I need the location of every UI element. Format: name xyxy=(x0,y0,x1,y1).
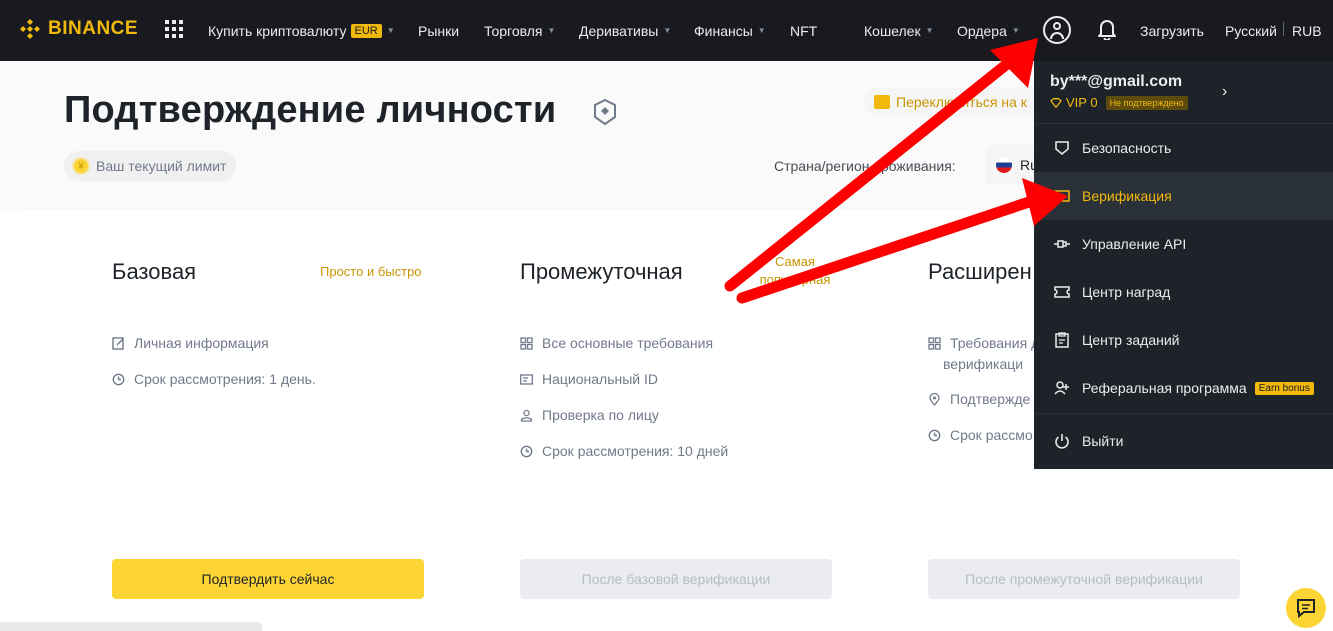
account-email[interactable]: by***@gmail.com xyxy=(1050,73,1182,91)
menu-item-security[interactable]: Безопасность xyxy=(1034,124,1333,172)
edit-icon xyxy=(112,337,124,350)
dropdown-divider xyxy=(1034,413,1333,414)
nav-buy-crypto[interactable]: Купить криптовалюту EUR ▼ xyxy=(208,0,395,61)
nav-currency[interactable]: RUB xyxy=(1292,0,1322,61)
menu-item-api[interactable]: Управление API xyxy=(1034,220,1333,268)
building-icon xyxy=(874,95,890,109)
binance-logo[interactable]: BINANCE xyxy=(18,14,138,44)
api-icon xyxy=(1054,240,1070,248)
bell-icon[interactable] xyxy=(1097,18,1117,40)
id-card-icon xyxy=(1054,190,1070,202)
caret-down-icon: ▼ xyxy=(757,26,766,35)
nav-markets[interactable]: Рынки xyxy=(418,0,459,61)
chat-support-button[interactable] xyxy=(1286,588,1326,628)
nav-divider xyxy=(1283,22,1284,36)
requirement-item: Срок рассмо xyxy=(928,425,1033,446)
grid-icon xyxy=(928,337,941,350)
tier-intermediate-tag: Самая популярная xyxy=(759,254,831,287)
menu-item-tasks[interactable]: Центр заданий xyxy=(1034,316,1333,364)
top-nav: BINANCE Купить криптовалюту EUR ▼ Рынки … xyxy=(0,0,1333,61)
requirement-item: Подтвержде xyxy=(928,389,1030,410)
clock-icon xyxy=(520,445,533,458)
verify-now-button[interactable]: Подтвердить сейчас xyxy=(112,559,424,599)
page-title: Подтверждение личности xyxy=(64,89,557,131)
menu-item-verification[interactable]: Верификация xyxy=(1034,172,1333,220)
nav-wallet[interactable]: Кошелек ▼ xyxy=(864,0,934,61)
clock-icon xyxy=(112,373,125,386)
caret-down-icon: ▼ xyxy=(663,26,672,35)
menu-item-logout[interactable]: Выйти xyxy=(1034,417,1333,465)
country-label: Страна/регион проживания: xyxy=(774,158,956,174)
chat-icon xyxy=(1297,599,1315,619)
nav-trade[interactable]: Торговля ▼ xyxy=(484,0,555,61)
after-basic-button[interactable]: После базовой верификации xyxy=(520,559,832,599)
earn-bonus-badge: Earn bonus xyxy=(1254,381,1314,395)
tier-basic-title: Базовая xyxy=(112,259,197,284)
tier-intermediate-title: Промежуточная xyxy=(520,259,683,284)
grid-icon xyxy=(520,337,533,350)
nav-derivatives[interactable]: Деривативы ▼ xyxy=(579,0,671,61)
power-icon xyxy=(1055,434,1069,449)
brand-name: BINANCE xyxy=(48,18,139,39)
shield-badge-icon xyxy=(594,98,616,126)
menu-item-rewards[interactable]: Центр наград xyxy=(1034,268,1333,316)
nav-language[interactable]: Русский xyxy=(1225,0,1277,61)
add-user-icon xyxy=(1054,381,1069,395)
russia-flag-icon xyxy=(996,157,1012,173)
profile-icon[interactable] xyxy=(1043,16,1071,44)
nav-orders[interactable]: Ордера ▼ xyxy=(957,0,1020,61)
requirement-item: Личная информация xyxy=(112,333,269,354)
requirement-item: Национальный ID xyxy=(520,369,658,390)
nav-finance[interactable]: Финансы ▼ xyxy=(694,0,766,61)
vip-level: VIP 0 Не подтверждено xyxy=(1050,95,1188,110)
caret-down-icon: ▼ xyxy=(386,26,395,35)
tier-basic-tag: Просто и быстро xyxy=(320,264,422,279)
location-pin-icon xyxy=(929,393,940,406)
current-limit-button[interactable]: ¥ Ваш текущий лимит xyxy=(64,151,237,181)
eur-badge: EUR xyxy=(350,23,382,38)
verification-status-badge: Не подтверждено xyxy=(1105,95,1188,110)
requirement-item: Проверка по лицу xyxy=(520,405,659,426)
requirement-item: Срок рассмотрения: 1 день. xyxy=(112,369,316,390)
menu-item-referral[interactable]: Реферальная программа Earn bonus xyxy=(1034,364,1333,412)
caret-down-icon: ▼ xyxy=(547,26,556,35)
tier-advanced-title: Расширен xyxy=(928,259,1032,284)
user-icon xyxy=(520,409,533,422)
binance-logo-icon xyxy=(18,17,42,41)
nav-download[interactable]: Загрузить xyxy=(1140,0,1204,61)
clock-icon xyxy=(928,429,941,442)
clipboard-icon xyxy=(1055,332,1069,348)
profile-dropdown: by***@gmail.com VIP 0 Не подтверждено › … xyxy=(1034,61,1333,469)
ticket-icon xyxy=(1054,286,1070,298)
id-card-icon xyxy=(520,374,533,385)
caret-down-icon: ▼ xyxy=(1011,26,1020,35)
chevron-right-icon[interactable]: › xyxy=(1222,83,1227,101)
requirement-item: Требования д верификаци xyxy=(928,333,1039,375)
status-bar-url xyxy=(0,622,262,631)
requirement-item: Все основные требования xyxy=(520,333,713,354)
diamond-icon xyxy=(1050,97,1062,108)
requirement-item: Срок рассмотрения: 10 дней xyxy=(520,441,728,462)
coin-icon: ¥ xyxy=(72,157,90,175)
apps-grid-icon[interactable] xyxy=(165,20,183,38)
caret-down-icon: ▼ xyxy=(925,26,934,35)
nav-nft[interactable]: NFT xyxy=(790,0,817,61)
after-intermediate-button[interactable]: После промежуточной верификации xyxy=(928,559,1240,599)
shield-icon xyxy=(1055,141,1069,155)
